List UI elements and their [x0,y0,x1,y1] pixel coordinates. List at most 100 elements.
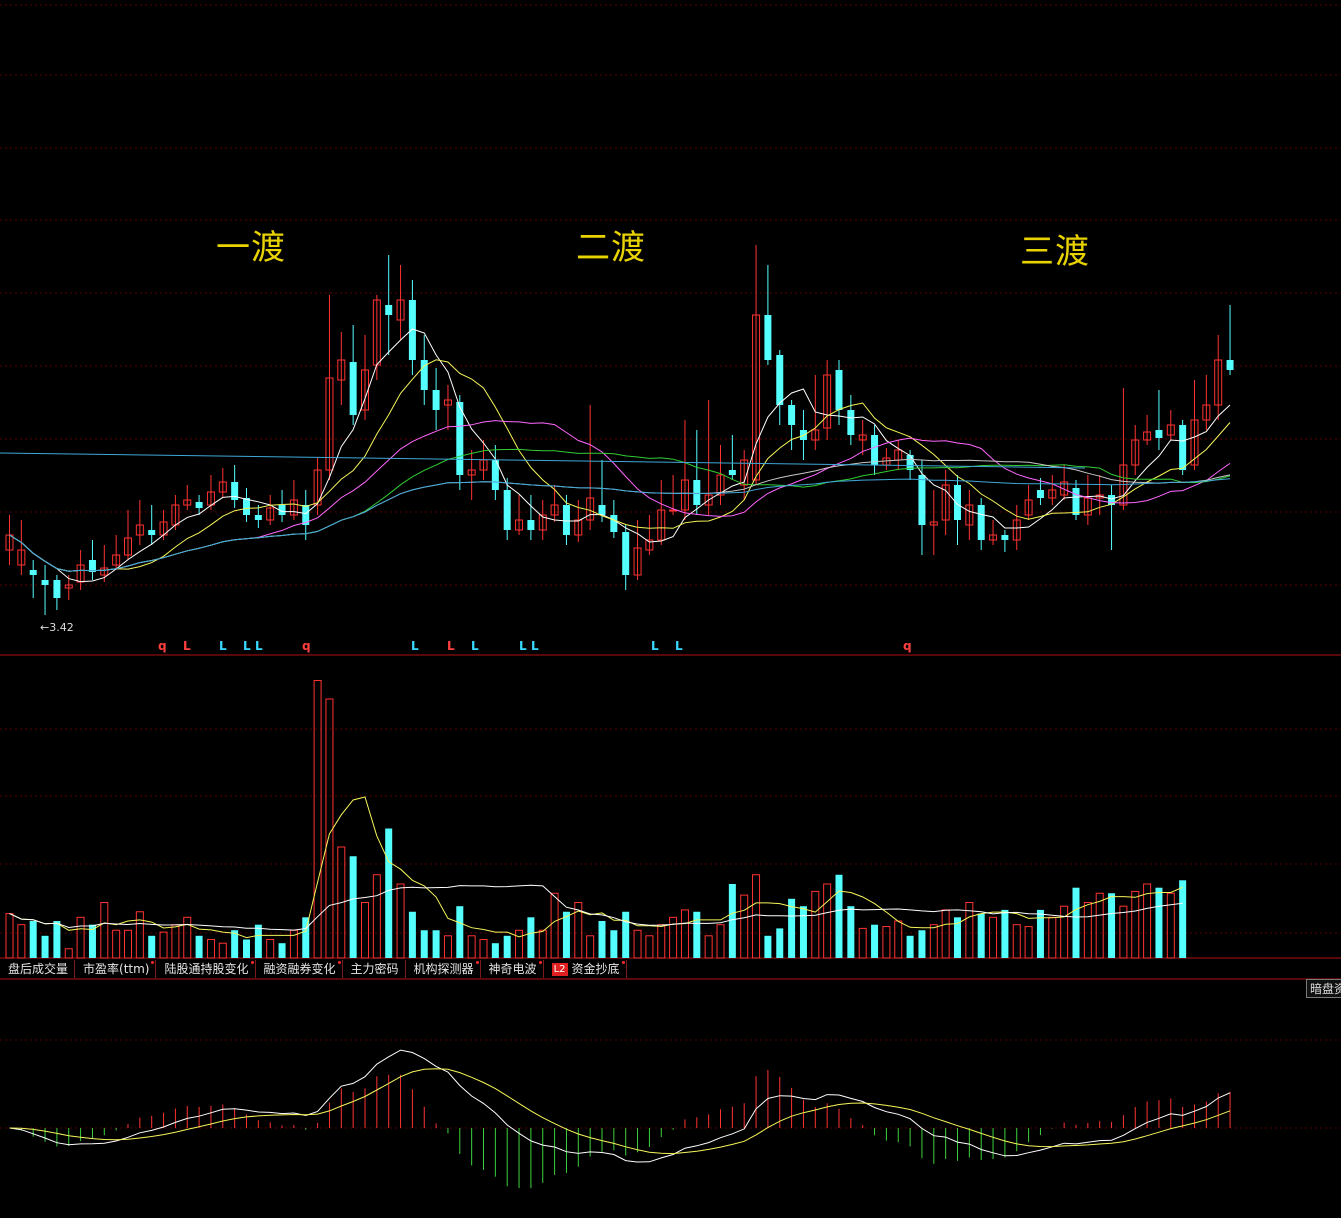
volume-bar [728,884,736,958]
volume-bar [799,906,807,958]
volume-bar [680,909,689,959]
indicator-tab[interactable]: 机构探测器 [406,960,481,978]
candle-body [847,410,855,435]
volume-bar [1095,892,1104,959]
volume-bar [764,935,772,958]
candle-body [349,362,357,415]
volume-bar [467,935,476,959]
candle-body [776,355,784,405]
indicator-tab[interactable]: 神奇电波 [481,960,544,978]
volume-bar [349,856,357,958]
volume-bar [1083,902,1092,959]
volume-bar [752,874,761,959]
volume-bar [491,943,499,958]
candle-body [871,435,879,465]
volume-bar [871,924,879,958]
dark-market-button[interactable]: 暗盘资 [1306,979,1341,998]
volume-bar [408,911,416,958]
indicator-tab-label: 资金抄底 [571,962,620,976]
indicator-tab[interactable]: 市盈率(ttm) [75,960,157,978]
l2-badge-icon: L2 [551,963,568,976]
volume-bar [456,906,464,958]
candle-body [1226,360,1234,370]
candle-body [432,390,440,410]
arrow-left-icon: ← [40,621,50,634]
volume-bar [550,892,559,959]
volume-bar [977,913,985,958]
update-dot-icon [475,961,479,964]
volume-bar [218,942,227,959]
volume-bar [302,917,310,958]
indicator-tab-bar: 盘后成交量 市盈率(ttm) 陆股通持股变化 融资融券变化 主力密码 机构探测器 神奇电波 L… [0,959,627,979]
indicator-tab-label: 融资融券变化 [263,962,336,976]
volume-bar [183,916,192,959]
volume-bar [361,902,369,959]
wave-label-third: 三渡 [1020,232,1090,272]
update-dot-icon [538,961,542,964]
indicator-tab-label: 机构探测器 [413,962,474,976]
candle-body [562,505,570,535]
candle-body [977,505,985,540]
indicator-tab[interactable]: 主力密码 [343,960,406,978]
stock-chart[interactable] [0,0,1341,1218]
indicator-tab[interactable]: L2 资金抄底 [544,960,627,978]
candle-body [254,515,262,520]
candle-body [764,315,772,360]
volume-bar [385,828,393,958]
candle-body [788,405,796,425]
candle-body [1036,490,1044,498]
candle-body [835,370,843,410]
volume-bar [1012,924,1021,959]
volume-bar [811,890,820,959]
candle-body [1179,425,1187,470]
volume-bar [1072,887,1080,958]
indicator-tab-label: 主力密码 [350,962,399,976]
volume-bar [586,935,595,959]
candle-body [610,515,618,532]
volume-bar [776,928,784,958]
volume-bar [716,924,725,959]
signal-marker: L [651,639,659,653]
signal-marker: L [471,639,479,653]
volume-bar [100,902,109,959]
signal-marker: L [447,639,455,653]
update-dot-icon [621,961,625,964]
indicator-tab[interactable]: 融资融券变化 [256,960,343,978]
indicator-tab[interactable]: 陆股通持股变化 [156,960,256,978]
volume-bar [1060,905,1069,959]
oscillator-line [9,1068,1231,1155]
volume-bar [1143,883,1152,959]
volume-bar [112,929,121,959]
volume-bar [41,935,49,958]
volume-bar [420,930,428,958]
volume-bar [53,921,61,958]
candle-body [456,402,464,475]
volume-bar [159,931,168,959]
signal-marker: L [519,639,527,653]
volume-bar [1119,905,1128,959]
volume-bar [669,916,678,959]
volume-bar [882,926,891,959]
moving-average-line [9,420,1231,572]
signal-marker: L [411,639,419,653]
update-dot-icon [337,961,341,964]
signal-marker: q [302,639,311,653]
indicator-tab-label: 盘后成交量 [8,962,69,976]
candle-body [954,485,961,520]
volume-bar [598,921,606,958]
candle-body [918,475,926,525]
volume-bar [704,935,713,959]
volume-bar [76,916,85,959]
update-dot-icon [250,961,254,964]
volume-bar [171,924,180,959]
volume-bar [503,935,511,958]
volume-bar [894,920,903,959]
candle-body [385,305,393,315]
volume-bar [527,917,535,958]
volume-bar [1024,926,1033,959]
volume-bar [693,911,701,958]
candle-body [503,490,511,530]
signal-marker: L [255,639,263,653]
indicator-tab[interactable]: 盘后成交量 [0,960,76,978]
volume-bar [443,935,452,959]
